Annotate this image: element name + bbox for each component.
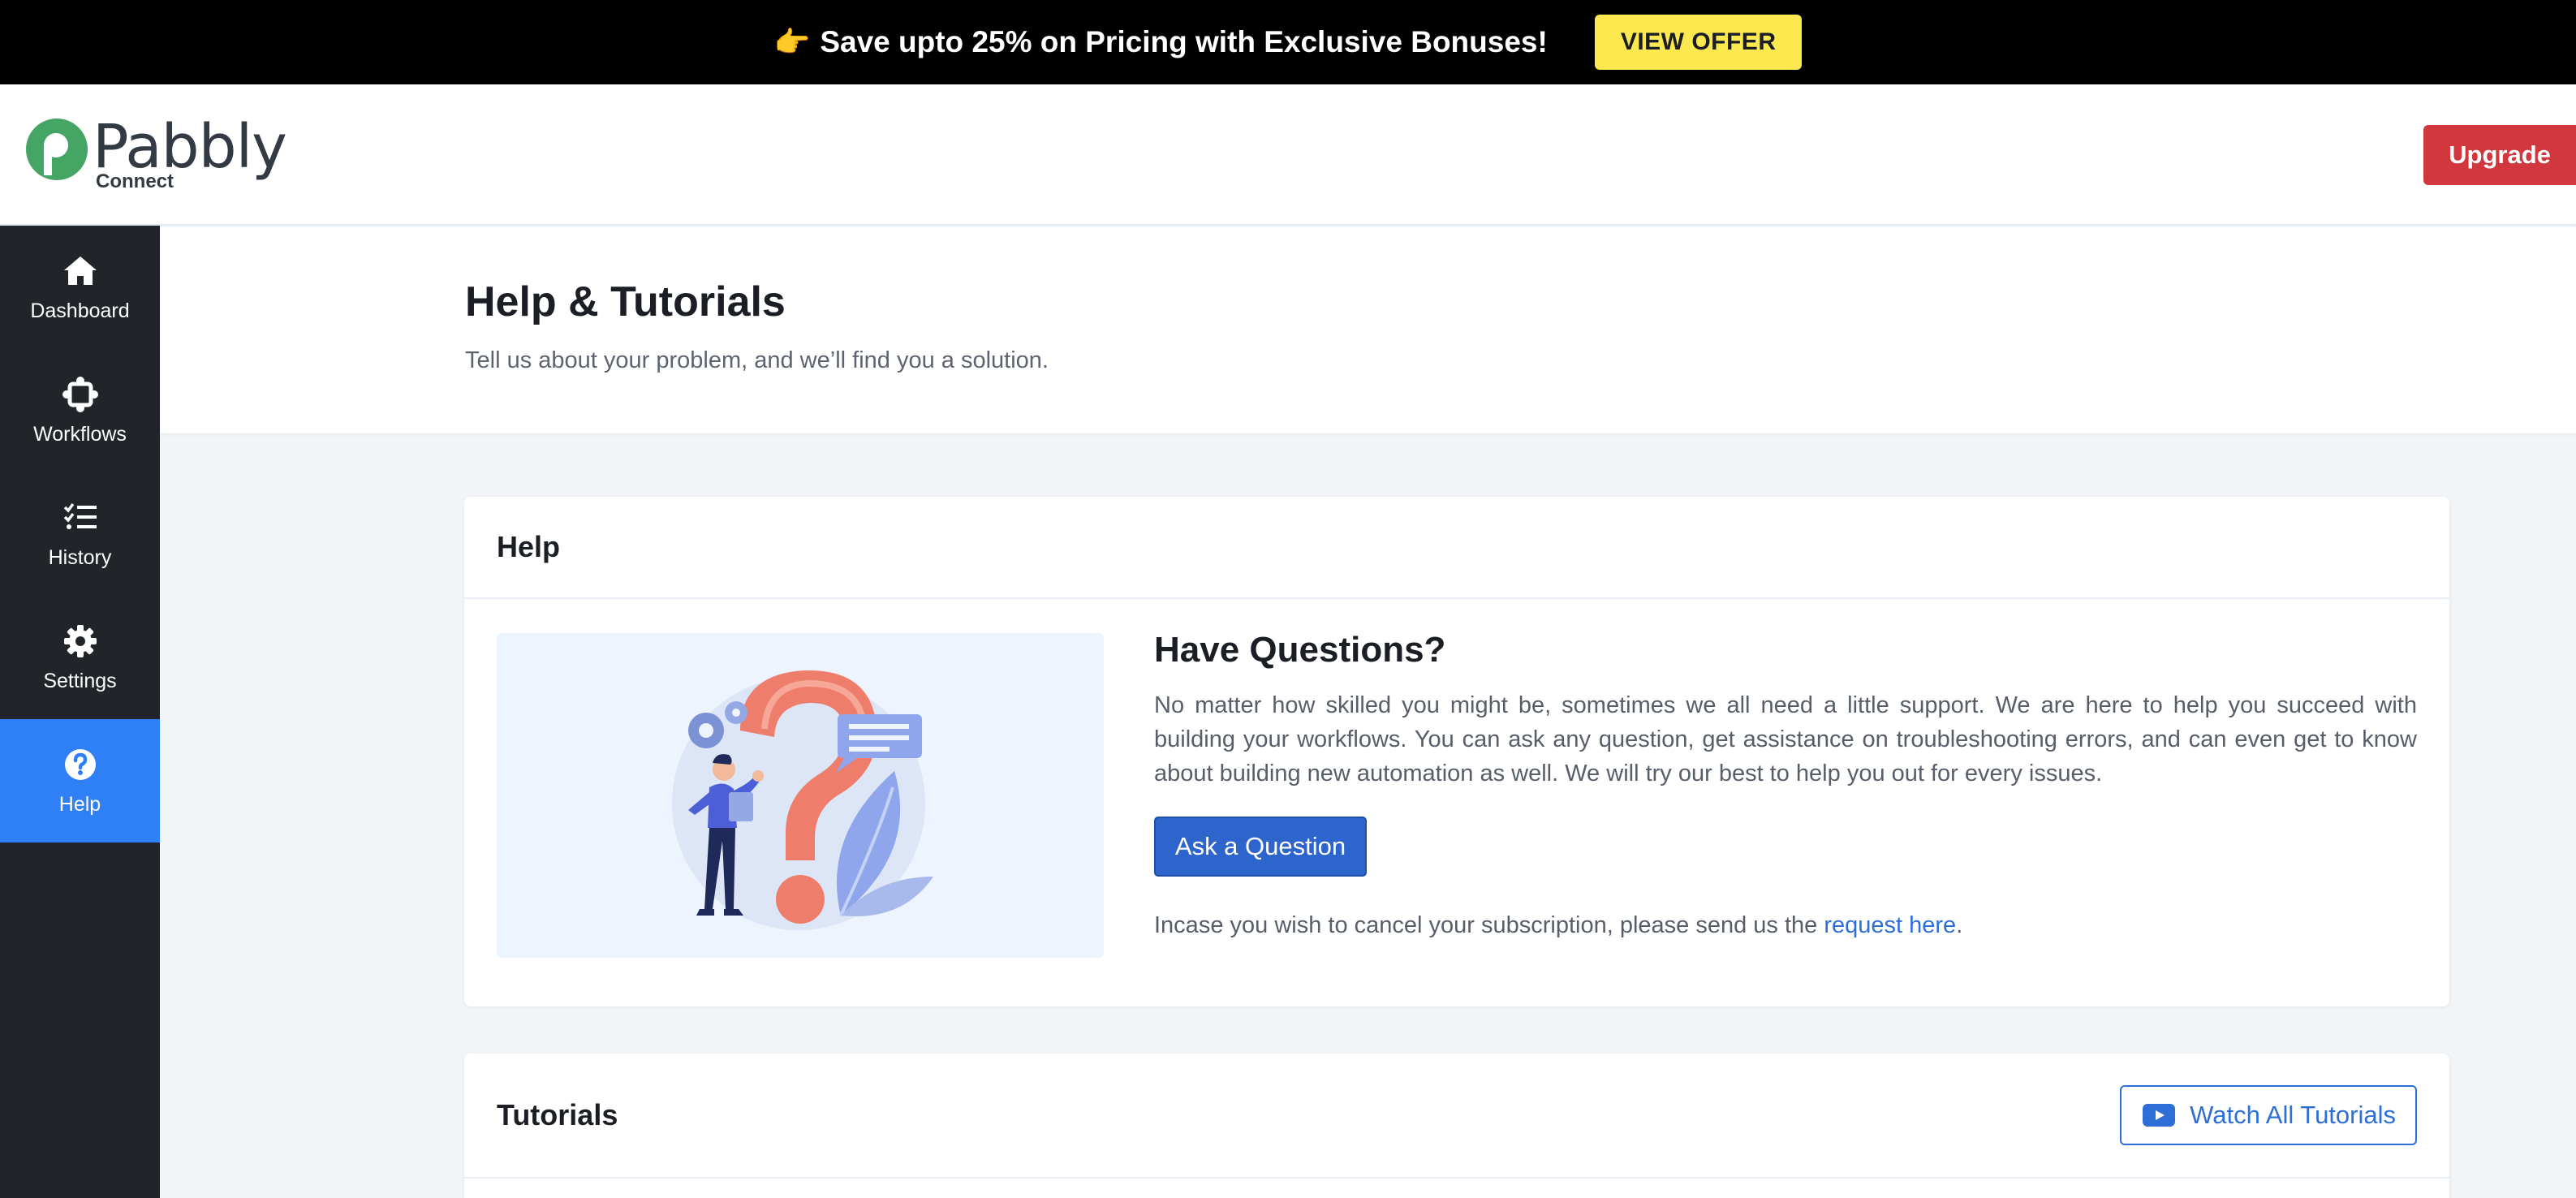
sidebar-item-settings[interactable]: Settings xyxy=(0,596,160,719)
cancel-subscription-text: Incase you wish to cancel your subscript… xyxy=(1154,912,1962,939)
tutorials-card: Tutorials Watch All Tutorials xyxy=(464,1054,2449,1198)
cancel-text-end: . xyxy=(1956,912,1963,938)
help-description: No matter how skilled you might be, some… xyxy=(1154,692,2417,786)
home-icon xyxy=(63,256,97,285)
logo-subtitle: Connect xyxy=(96,170,174,192)
upgrade-button[interactable]: Upgrade xyxy=(2423,125,2576,185)
pabbly-logo-mark-icon xyxy=(26,119,88,180)
page-title: Help & Tutorials xyxy=(465,278,786,325)
promo-bar: 👉 Save upto 25% on Pricing with Exclusiv… xyxy=(0,0,2576,84)
tutorials-card-header: Tutorials Watch All Tutorials xyxy=(464,1054,2449,1179)
sidebar-item-help[interactable]: Help xyxy=(0,719,160,842)
sidebar-item-history[interactable]: History xyxy=(0,472,160,596)
promo-message: 👉 Save upto 25% on Pricing with Exclusiv… xyxy=(774,25,1548,59)
gear-icon xyxy=(63,624,97,657)
sidebar-item-dashboard[interactable]: Dashboard xyxy=(0,226,160,349)
page-header: Help & Tutorials Tell us about your prob… xyxy=(160,227,2576,433)
ask-question-button[interactable]: Ask a Question xyxy=(1154,817,1367,877)
question-illustration xyxy=(672,670,933,930)
watch-all-tutorials-label: Watch All Tutorials xyxy=(2190,1101,2396,1129)
sidebar-item-label: Help xyxy=(58,792,101,816)
help-card: Help Have Questions? No matter how skill… xyxy=(464,497,2449,1006)
sidebar-item-label: Dashboard xyxy=(30,299,130,322)
request-here-link[interactable]: request here xyxy=(1824,912,1956,938)
sidebar-item-label: Workflows xyxy=(33,422,127,446)
watch-all-tutorials-button[interactable]: Watch All Tutorials xyxy=(2120,1085,2417,1145)
promo-text: Save upto 25% on Pricing with Exclusive … xyxy=(820,25,1548,58)
question-circle-icon xyxy=(64,748,96,780)
tutorials-heading: Tutorials xyxy=(497,1098,618,1131)
sidebar-item-label: Settings xyxy=(43,669,117,692)
sidebar: Dashboard Workflows History Settings Hel… xyxy=(0,226,160,1198)
page-subtitle: Tell us about your problem, and we’ll fi… xyxy=(465,347,1049,373)
checklist-icon xyxy=(63,502,97,529)
view-offer-button[interactable]: VIEW OFFER xyxy=(1594,15,1803,70)
youtube-icon xyxy=(2143,1104,2176,1127)
sidebar-item-workflows[interactable]: Workflows xyxy=(0,349,160,472)
have-questions-title: Have Questions? xyxy=(1154,630,1446,670)
help-card-heading: Help xyxy=(464,497,2449,599)
help-illustration xyxy=(497,633,1104,958)
top-header: Pabbly Connect Upgrade xyxy=(0,84,2576,226)
workflow-icon xyxy=(62,376,98,412)
pointing-hand-icon: 👉 xyxy=(773,25,811,58)
pabbly-logo[interactable]: Pabbly Connect xyxy=(26,112,287,198)
cancel-text: Incase you wish to cancel your subscript… xyxy=(1154,912,1824,938)
sidebar-item-label: History xyxy=(48,545,112,569)
